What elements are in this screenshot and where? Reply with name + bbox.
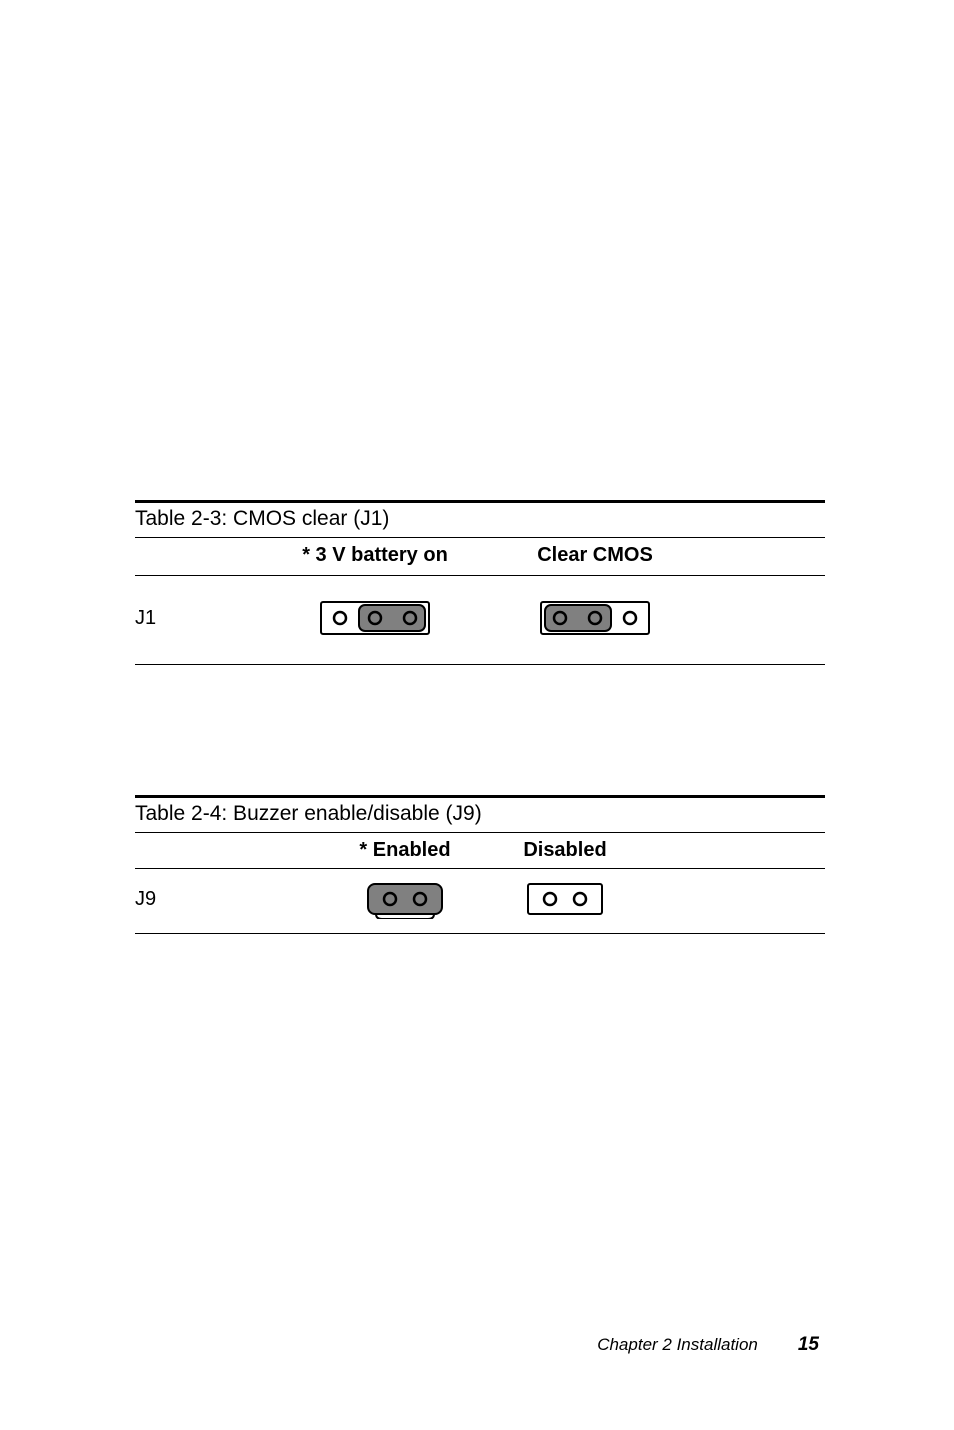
page-footer: Chapter 2 Installation 15 xyxy=(597,1334,819,1356)
table-title: Table 2-4: Buzzer enable/disable (J9) xyxy=(135,802,482,826)
jumper-diagram-icon xyxy=(540,598,650,638)
jumper-diagram-icon xyxy=(320,598,430,638)
jumper-diagram-icon xyxy=(366,879,444,919)
row-label: J1 xyxy=(135,607,156,629)
table-cmos-clear: Table 2-3: CMOS clear (J1) * 3 V battery… xyxy=(135,500,825,665)
table-buzzer: Table 2-4: Buzzer enable/disable (J9) * … xyxy=(135,795,825,934)
table-title: Table 2-3: CMOS clear (J1) xyxy=(135,507,389,531)
column-header: Disabled xyxy=(523,839,606,862)
column-header: * 3 V battery on xyxy=(302,544,448,567)
footer-chapter: Chapter 2 Installation xyxy=(597,1335,758,1355)
jumper-diagram-icon xyxy=(526,879,604,919)
column-header: * Enabled xyxy=(359,839,450,862)
footer-page-number: 15 xyxy=(798,1334,819,1356)
rule xyxy=(135,933,825,934)
row-label: J9 xyxy=(135,888,156,910)
column-header: Clear CMOS xyxy=(537,544,653,567)
